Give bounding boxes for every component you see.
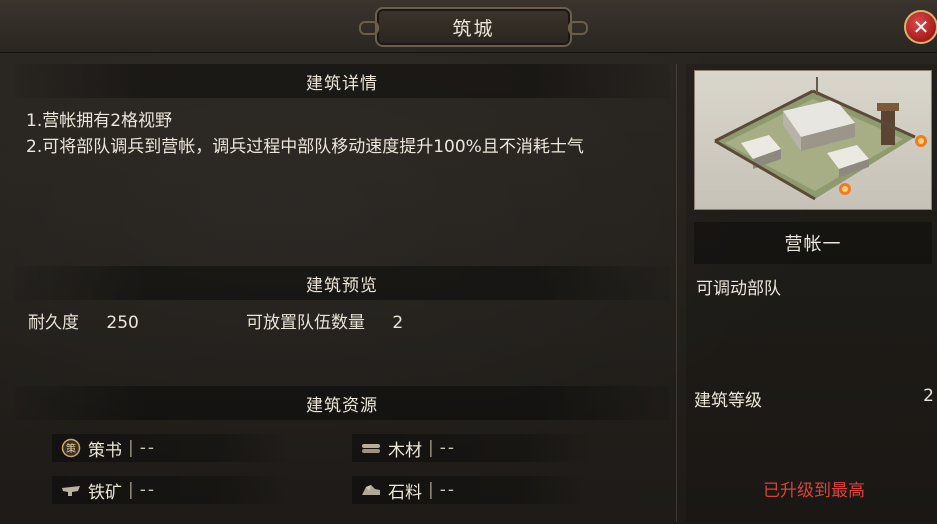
resource-label: 石料 bbox=[388, 482, 422, 503]
info-panel: 建筑详情 1.营帐拥有2格视野 2.可将部队调兵到营帐，调兵过程中部队移动速度提… bbox=[14, 64, 670, 522]
max-level-status: 已升级到最高 bbox=[763, 481, 865, 501]
wood-icon bbox=[360, 437, 382, 459]
durability-stat: 耐久度 250 bbox=[28, 308, 139, 333]
strategy-book-icon: 策 bbox=[60, 437, 82, 459]
level-label: 建筑等级 bbox=[694, 391, 762, 411]
troops-value: 2 bbox=[392, 313, 404, 333]
details-header: 建筑详情 bbox=[14, 64, 670, 98]
level-value: 2 bbox=[923, 386, 934, 406]
resources-header: 建筑资源 bbox=[14, 386, 670, 420]
svg-text:策: 策 bbox=[66, 442, 76, 455]
preview-header: 建筑预览 bbox=[14, 266, 670, 300]
iron-ore-icon bbox=[60, 479, 82, 501]
troops-label: 可放置队伍数量 bbox=[246, 313, 365, 333]
dialog-title: 筑城 bbox=[359, 7, 588, 47]
resource-label: 铁矿 bbox=[88, 482, 122, 503]
resource-wood: 木材 | -- bbox=[352, 434, 592, 462]
building-preview-image bbox=[694, 70, 932, 210]
building-panel: 营帐一 可调动部队 建筑等级 2 已升级到最高 bbox=[686, 64, 937, 522]
close-icon: ✕ bbox=[912, 15, 930, 39]
durability-label: 耐久度 bbox=[28, 313, 79, 333]
close-button[interactable]: ✕ bbox=[904, 10, 937, 44]
resource-value: -- bbox=[139, 438, 157, 458]
building-name: 营帐一 bbox=[694, 222, 932, 264]
resource-label: 策书 bbox=[88, 440, 122, 461]
resource-value: -- bbox=[139, 480, 157, 500]
resource-value: -- bbox=[439, 438, 457, 458]
details-line-2: 2.可将部队调兵到营帐，调兵过程中部队移动速度提升100%且不消耗士气 bbox=[26, 137, 584, 157]
stone-icon bbox=[360, 479, 382, 501]
troops-stat: 可放置队伍数量 2 bbox=[246, 308, 403, 333]
resource-stone: 石料 | -- bbox=[352, 476, 592, 504]
resource-value: -- bbox=[439, 480, 457, 500]
details-line-1: 1.营帐拥有2格视野 bbox=[26, 111, 173, 131]
building-description: 可调动部队 bbox=[696, 279, 781, 299]
durability-value: 250 bbox=[106, 313, 139, 333]
build-dialog: 筑城 ✕ 建筑详情 1.营帐拥有2格视野 2.可将部队调兵到营帐，调兵过程中部队… bbox=[0, 0, 937, 524]
building-level-row: 建筑等级 2 bbox=[694, 386, 934, 411]
panel-divider bbox=[676, 64, 677, 522]
details-text: 1.营帐拥有2格视野 2.可将部队调兵到营帐，调兵过程中部队移动速度提升100%… bbox=[26, 108, 674, 160]
resource-strategy-book: 策 策书 | -- bbox=[52, 434, 292, 462]
resource-iron: 铁矿 | -- bbox=[52, 476, 292, 504]
resource-label: 木材 bbox=[388, 440, 422, 461]
